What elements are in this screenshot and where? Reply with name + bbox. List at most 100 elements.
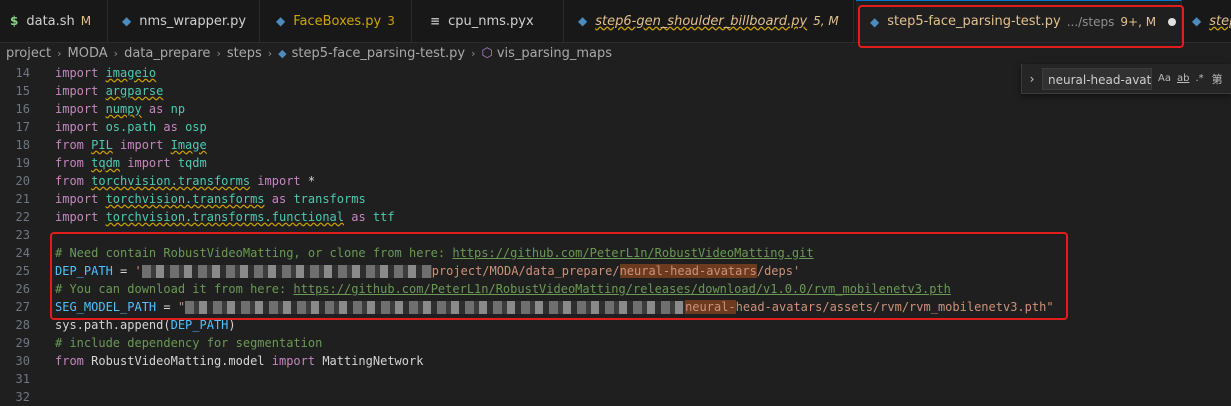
line-number: 22 [15, 210, 30, 224]
code-line[interactable]: 21 import torchvision.transforms as trans… [0, 190, 1231, 208]
line-number: 15 [15, 84, 30, 98]
breadcrumb-item[interactable]: project [6, 46, 51, 61]
python-icon: ◆ [122, 14, 132, 28]
code-token: from [55, 156, 92, 170]
code-token: import [112, 138, 171, 152]
code-line[interactable]: 31 [0, 370, 1231, 388]
tab-step8[interactable]: ◆ step8 [1182, 0, 1231, 42]
code-line[interactable]: 30 from RobustVideoMatting.model import M… [0, 352, 1231, 370]
code-line[interactable]: 32 [0, 388, 1231, 406]
code-text: from PIL import Image [55, 136, 207, 154]
code-token: argparse [105, 84, 164, 98]
code-token: import [250, 174, 308, 188]
chevron-right-icon: › [57, 46, 62, 60]
code-token: import [55, 120, 106, 134]
line-number: 29 [15, 336, 30, 350]
code-token: ttf [372, 210, 395, 224]
code-text: import torchvision.transforms as transfo… [55, 190, 366, 208]
line-number: 16 [15, 102, 30, 116]
code-token: as [344, 210, 373, 224]
tab-badge: 5, M [813, 14, 839, 28]
tab-label: cpu_nms.pyx [448, 13, 534, 29]
code-token: import [55, 210, 106, 224]
code-text: import numpy as np [55, 100, 185, 118]
code-line[interactable]: 17 import os.path as osp [0, 118, 1231, 136]
line-number: 25 [15, 264, 30, 278]
code-token: as [156, 120, 186, 134]
code-token: import [55, 192, 106, 206]
chevron-right-icon: › [267, 46, 273, 60]
python-icon: ◆ [578, 14, 588, 28]
annotation-box-code [50, 232, 1068, 320]
find-input[interactable]: neural-head-avat [1042, 67, 1152, 90]
code-token: ) [228, 318, 236, 332]
code-token: from [55, 354, 92, 368]
tab-nms-wrapper[interactable]: ◆ nms_wrapper.py [108, 0, 260, 42]
dollar-icon: $ [10, 14, 19, 28]
code-text: import torchvision.transforms.functional… [55, 208, 395, 226]
tab-label: step8 [1209, 13, 1231, 29]
tab-label: FaceBoxes.py [293, 13, 382, 29]
code-line[interactable]: 20 from torchvision.transforms import * [0, 172, 1231, 190]
tab-data-sh[interactable]: $ data.sh M [0, 0, 108, 42]
regex-icon[interactable]: .* [1195, 73, 1203, 84]
code-line[interactable]: 18 from PIL import Image [0, 136, 1231, 154]
line-number: 31 [15, 372, 30, 386]
code-token: PIL [91, 138, 113, 152]
code-token: tqdm [91, 156, 121, 170]
code-line[interactable]: 16 import numpy as np [0, 100, 1231, 118]
line-number: 26 [15, 282, 30, 296]
code-token: os.path [105, 120, 157, 134]
line-number: 28 [15, 318, 30, 332]
line-number: 20 [15, 174, 30, 188]
code-token: Image [170, 138, 207, 152]
tab-faceboxes[interactable]: ◆ FaceBoxes.py 3 [260, 0, 412, 42]
match-case-icon[interactable]: Aa [1158, 73, 1171, 84]
line-number: 30 [15, 354, 30, 368]
line-number: 14 [15, 66, 30, 80]
code-token: import [55, 84, 106, 98]
tab-label: nms_wrapper.py [139, 13, 247, 29]
breadcrumb-item[interactable]: MODA [68, 46, 108, 61]
code-token: transforms [293, 192, 366, 206]
code-token: np [170, 102, 186, 116]
code-token: import [55, 66, 106, 80]
line-number: 24 [15, 246, 30, 260]
code-line[interactable]: 29 # include dependency for segmentation [0, 334, 1231, 352]
cube-icon: ⬡ [481, 45, 493, 61]
code-line[interactable]: 22 import torchvision.transforms.function… [0, 208, 1231, 226]
python-icon: ◆ [276, 14, 286, 28]
find-widget: › neural-head-avat Aa ab .* 第 [1021, 64, 1231, 94]
code-token: torchvision.transforms [105, 192, 265, 206]
code-token: as [141, 102, 171, 116]
code-token: imageio [105, 66, 157, 80]
file-lines-icon: ≡ [430, 14, 441, 28]
tab-badge: 3 [387, 14, 395, 28]
code-token: as [264, 192, 294, 206]
whole-word-icon[interactable]: ab [1177, 73, 1189, 84]
code-text: import imageio [55, 64, 156, 82]
tab-badge: M [80, 14, 92, 28]
code-token: osp [185, 120, 207, 134]
breadcrumb-item[interactable]: steps [227, 46, 262, 61]
code-text: import argparse [55, 82, 163, 100]
tab-cpu-nms[interactable]: ≡ cpu_nms.pyx [412, 0, 564, 42]
tab-step6[interactable]: ◆ step6-gen_shoulder_billboard.py 5, M [564, 0, 854, 42]
code-token: numpy [105, 102, 142, 116]
code-line[interactable]: 19 from tqdm import tqdm [0, 154, 1231, 172]
code-token: from [55, 138, 92, 152]
chevron-right-icon[interactable]: › [1022, 72, 1042, 86]
code-token: import [264, 354, 323, 368]
line-number: 32 [15, 390, 30, 404]
code-token: torchvision.transforms.functional [105, 210, 344, 224]
line-number: 23 [15, 228, 30, 242]
code-token: RobustVideoMatting.model [91, 354, 265, 368]
match-count: 第 [1211, 72, 1223, 86]
breadcrumb-item[interactable]: data_prepare [124, 46, 210, 61]
line-number: 27 [15, 300, 30, 314]
code-token: MattingNetwork [322, 354, 424, 368]
python-icon: ◆ [278, 46, 287, 60]
breadcrumb-item[interactable]: vis_parsing_maps [497, 46, 612, 61]
breadcrumb-item[interactable]: step5-face_parsing-test.py [292, 46, 465, 61]
code-text: # include dependency for segmentation [55, 334, 322, 352]
